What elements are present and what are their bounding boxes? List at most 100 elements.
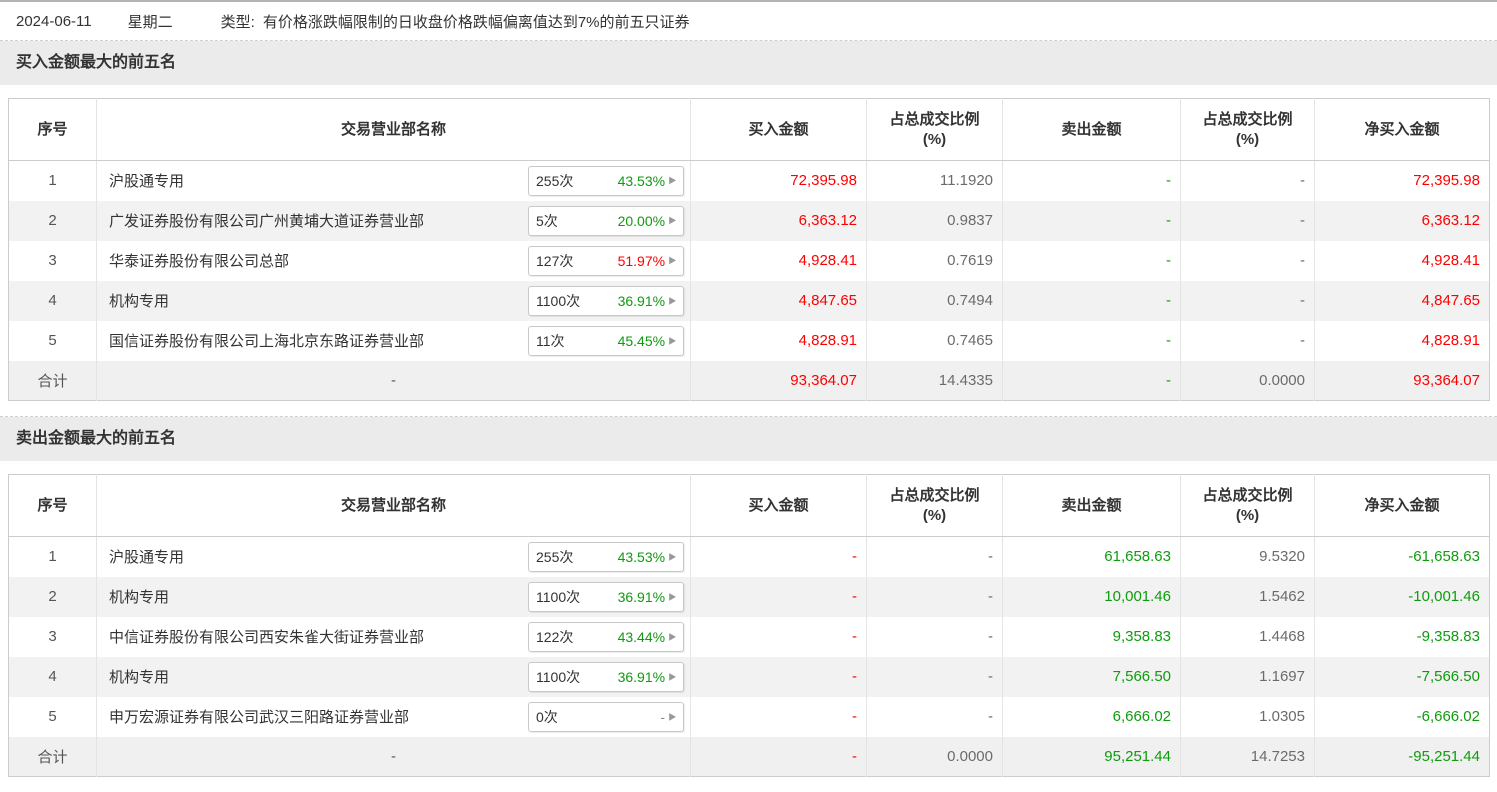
sell-pct: -	[1180, 320, 1315, 361]
col-branch-name: 交易营业部名称	[96, 474, 691, 537]
branch-history-badge[interactable]: 127次 51.97% ▶	[528, 245, 684, 276]
buy-amount: -	[690, 616, 867, 657]
sell-pct: -	[1180, 160, 1315, 201]
total-name-placeholder: -	[96, 360, 691, 401]
col-sell-pct: 占总成交比例 (%)	[1180, 98, 1315, 161]
chevron-right-icon: ▶	[669, 590, 676, 602]
sell-pct: 1.4468	[1180, 616, 1315, 657]
branch-history-badge[interactable]: 1100次 36.91% ▶	[528, 285, 684, 316]
total-buy-amount: -	[690, 736, 867, 777]
sell-pct: -	[1180, 280, 1315, 321]
chevron-right-icon: ▶	[669, 710, 676, 722]
table-header-row: 序号 交易营业部名称 买入金额 占总成交比例 (%) 卖出金额 占总成交比例 (…	[8, 474, 1490, 537]
badge-win-rate: 43.53%	[617, 548, 666, 565]
branch-history-badge[interactable]: 122次 43.44% ▶	[528, 621, 684, 652]
buy-section-title: 买入金额最大的前五名	[0, 41, 1497, 85]
branch-history-badge[interactable]: 255次 43.53% ▶	[528, 165, 684, 196]
sell-amount: -	[1002, 200, 1181, 241]
buy-amount: 4,928.41	[690, 240, 867, 281]
branch-name: 华泰证券股份有限公司总部	[109, 253, 290, 270]
col-seq: 序号	[8, 98, 97, 161]
row-seq: 4	[8, 656, 97, 697]
net-buy-amount: -7,566.50	[1416, 668, 1480, 685]
buy-pct: 0.7494	[866, 280, 1003, 321]
branch-name: 沪股通专用	[109, 173, 185, 191]
branch-history-badge[interactable]: 5次 20.00% ▶	[528, 205, 684, 236]
table-row: 1 沪股通专用 255次 43.53% ▶ 72,395.98 11.1920 -…	[8, 160, 1490, 201]
badge-win-rate: 20.00%	[617, 212, 666, 229]
badge-appearance-count: 122次	[536, 628, 574, 645]
buy-top5-table: 序号 交易营业部名称 买入金额 占总成交比例 (%) 卖出金额 占总成交比例 (…	[8, 98, 1490, 401]
badge-appearance-count: 255次	[536, 172, 574, 189]
branch-history-badge[interactable]: 0次 - ▶	[528, 701, 684, 732]
total-label: 合计	[8, 736, 97, 777]
net-buy-amount: 72,395.98	[1413, 172, 1480, 190]
table-row: 3 中信证券股份有限公司西安朱雀大街证券营业部 122次 43.44% ▶ - -…	[8, 616, 1490, 657]
col-sell-pct: 占总成交比例 (%)	[1180, 474, 1315, 537]
col-buy-pct: 占总成交比例 (%)	[866, 474, 1003, 537]
table-row: 4 机构专用 1100次 36.91% ▶ 4,847.65 0.7494 - -…	[8, 280, 1490, 321]
table-row: 3 华泰证券股份有限公司总部 127次 51.97% ▶ 4,928.41 0.7…	[8, 240, 1490, 281]
branch-name: 国信证券股份有限公司上海北京东路证券营业部	[109, 333, 425, 350]
chevron-right-icon: ▶	[669, 214, 676, 226]
badge-win-rate: 43.44%	[617, 628, 666, 645]
buy-amount: -	[690, 696, 867, 737]
badge-appearance-count: 5次	[536, 212, 558, 229]
buy-pct: 0.7465	[866, 320, 1003, 361]
table-row: 1 沪股通专用 255次 43.53% ▶ - - 61,658.63 9.532…	[8, 536, 1490, 577]
chevron-right-icon: ▶	[669, 630, 676, 642]
total-name-placeholder: -	[96, 736, 691, 777]
badge-win-rate: 51.97%	[617, 252, 666, 269]
row-seq: 2	[8, 576, 97, 617]
total-buy-pct: 14.4335	[866, 360, 1003, 401]
sell-amount: -	[1002, 160, 1181, 201]
buy-amount: -	[690, 536, 867, 577]
branch-history-badge[interactable]: 1100次 36.91% ▶	[528, 581, 684, 612]
badge-appearance-count: 1100次	[536, 588, 581, 605]
sell-pct: -	[1180, 240, 1315, 281]
chevron-right-icon: ▶	[669, 254, 676, 266]
buy-pct: -	[866, 696, 1003, 737]
sell-top5-table: 序号 交易营业部名称 买入金额 占总成交比例 (%) 卖出金额 占总成交比例 (…	[8, 474, 1490, 777]
buy-amount: 4,828.91	[690, 320, 867, 361]
col-buy-amount: 买入金额	[690, 98, 867, 161]
row-seq: 5	[8, 696, 97, 737]
branch-history-badge[interactable]: 1100次 36.91% ▶	[528, 661, 684, 692]
buy-amount: 72,395.98	[690, 160, 867, 201]
table-row: 2 机构专用 1100次 36.91% ▶ - - 10,001.46 1.546…	[8, 576, 1490, 617]
badge-appearance-count: 1100次	[536, 668, 581, 685]
total-net-buy: 93,364.07	[1413, 371, 1480, 389]
chevron-right-icon: ▶	[669, 670, 676, 682]
branch-name: 机构专用	[109, 669, 170, 686]
sell-pct: 1.1697	[1180, 656, 1315, 697]
date-type-bar: 2024-06-11 星期二 类型: 有价格涨跌幅限制的日收盘价格跌幅偏离值达到…	[0, 0, 1497, 40]
branch-name: 申万宏源证券有限公司武汉三阳路证券营业部	[109, 709, 410, 726]
col-buy-amount: 买入金额	[690, 474, 867, 537]
net-buy-amount: 4,928.41	[1421, 252, 1480, 269]
sell-amount: -	[1002, 280, 1181, 321]
buy-pct: 0.9837	[866, 200, 1003, 241]
row-seq: 1	[8, 536, 97, 577]
badge-win-rate: 43.53%	[617, 172, 666, 189]
table-row: 5 申万宏源证券有限公司武汉三阳路证券营业部 0次 - ▶ - - 6,666.0…	[8, 696, 1490, 737]
buy-pct: -	[866, 616, 1003, 657]
sell-amount: -	[1002, 240, 1181, 281]
net-buy-amount: -61,658.63	[1408, 548, 1480, 566]
row-seq: 4	[8, 280, 97, 321]
total-sell-pct: 0.0000	[1180, 360, 1315, 401]
branch-name: 机构专用	[109, 589, 170, 606]
branch-history-badge[interactable]: 255次 43.53% ▶	[528, 541, 684, 572]
sell-pct: 9.5320	[1180, 536, 1315, 577]
net-buy-amount: 6,363.12	[1421, 212, 1480, 229]
net-buy-amount: -9,358.83	[1416, 628, 1480, 645]
total-row: 合计 - - 0.0000 95,251.44 14.7253 -95,251.…	[8, 736, 1490, 777]
weekday: 星期二	[127, 13, 173, 31]
chevron-right-icon: ▶	[669, 294, 676, 306]
buy-amount: 6,363.12	[690, 200, 867, 241]
branch-name: 沪股通专用	[109, 549, 185, 567]
badge-win-rate: -	[660, 708, 666, 725]
branch-history-badge[interactable]: 11次 45.45% ▶	[528, 325, 684, 356]
total-sell-amount: -	[1002, 360, 1181, 401]
total-sell-pct: 14.7253	[1180, 736, 1315, 777]
col-sell-amount: 卖出金额	[1002, 98, 1181, 161]
